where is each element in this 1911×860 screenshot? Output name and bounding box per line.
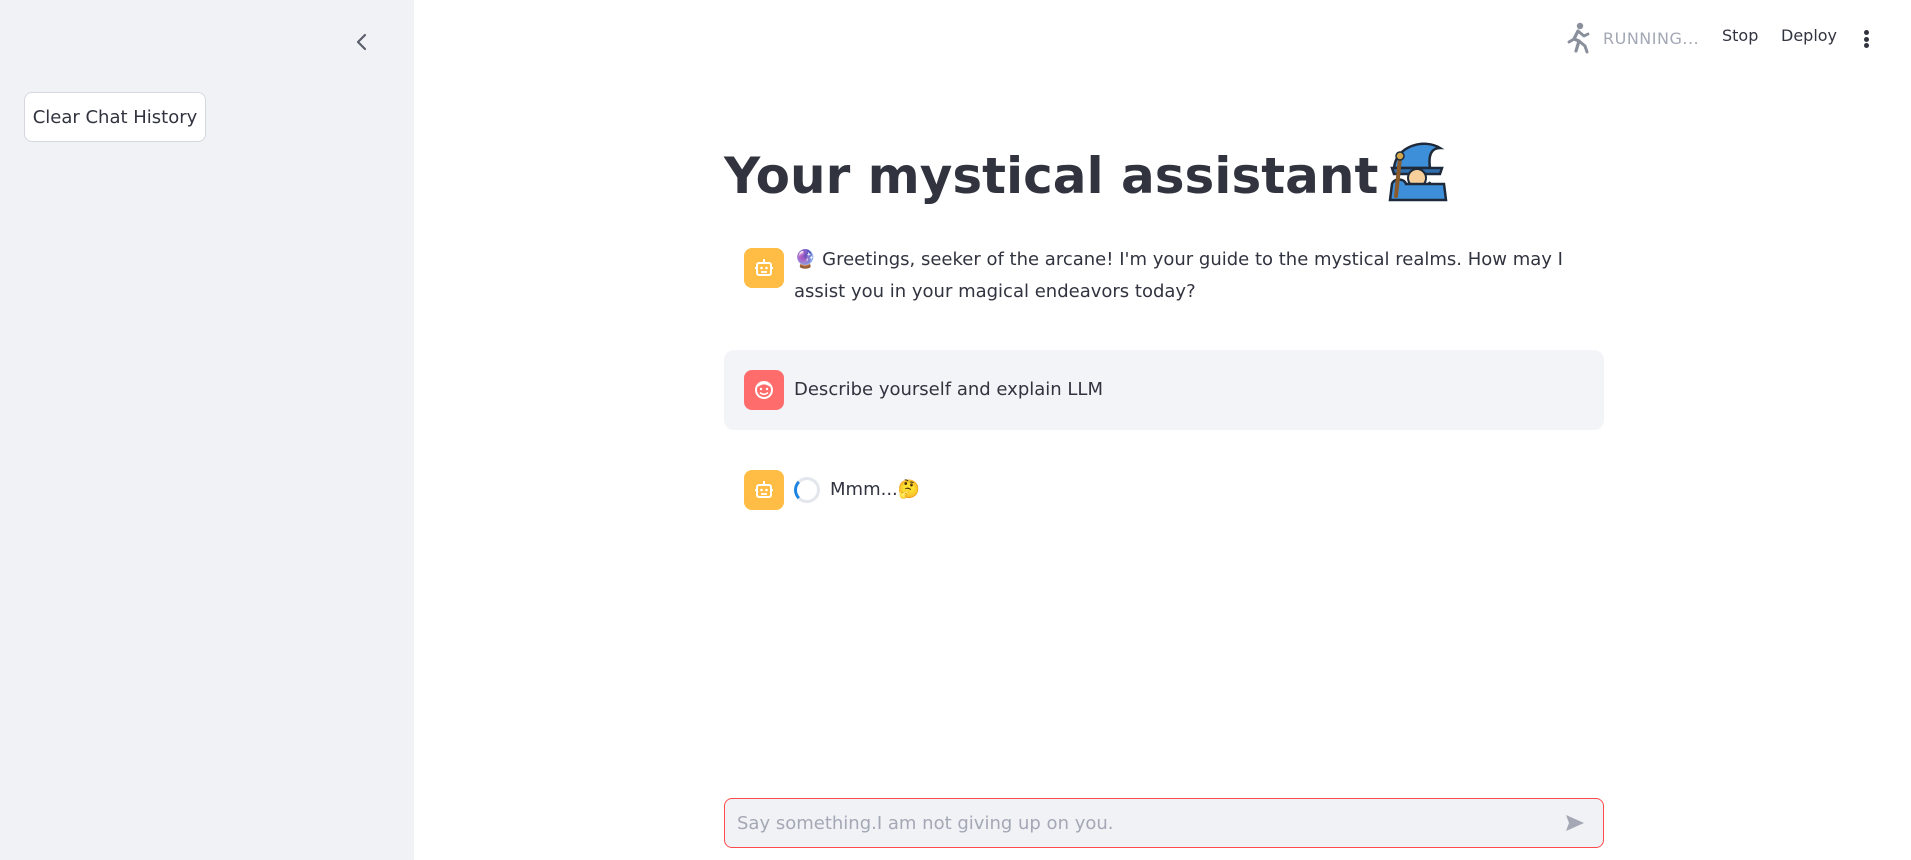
message-text: 🔮 Greetings, seeker of the arcane! I'm y… bbox=[794, 249, 1563, 302]
page-title: Your mystical assistant bbox=[724, 138, 1448, 214]
chat-message-assistant: 🔮 Greetings, seeker of the arcane! I'm y… bbox=[724, 248, 1604, 314]
face-icon bbox=[755, 381, 773, 399]
robot-icon bbox=[755, 259, 773, 276]
loading-spinner bbox=[794, 477, 820, 503]
chat-message-user: Describe yourself and explain LLM bbox=[724, 350, 1604, 430]
chat-input-container bbox=[724, 798, 1604, 848]
running-status: RUNNING... bbox=[1565, 22, 1699, 54]
message-text: Describe yourself and explain LLM bbox=[794, 379, 1103, 400]
stop-button[interactable]: Stop bbox=[1722, 26, 1758, 45]
chat-input[interactable] bbox=[737, 812, 1559, 834]
user-avatar bbox=[744, 370, 784, 410]
bot-avatar bbox=[744, 470, 784, 510]
wizard-icon bbox=[1384, 138, 1448, 214]
chevron-left-icon bbox=[356, 33, 367, 51]
collapse-sidebar-button[interactable] bbox=[348, 28, 376, 56]
crystal-ball-icon: 🔮 bbox=[794, 249, 817, 270]
sidebar: Clear Chat History bbox=[0, 0, 414, 860]
chat-message-assistant: Mmm...🤔 bbox=[724, 470, 1604, 510]
bot-avatar bbox=[744, 248, 784, 288]
send-button[interactable] bbox=[1559, 807, 1591, 839]
vertical-dots-icon bbox=[1863, 30, 1869, 35]
running-status-text: RUNNING... bbox=[1603, 28, 1700, 48]
page-title-text: Your mystical assistant bbox=[724, 147, 1379, 205]
clear-chat-history-button[interactable]: Clear Chat History bbox=[24, 92, 206, 142]
send-icon bbox=[1566, 815, 1584, 831]
running-man-icon bbox=[1567, 22, 1590, 54]
main-menu-button[interactable] bbox=[1856, 26, 1876, 52]
thinking-face-icon: 🤔 bbox=[897, 479, 921, 500]
deploy-button[interactable]: Deploy bbox=[1781, 26, 1837, 45]
robot-icon bbox=[755, 481, 773, 498]
message-text: Mmm...🤔 bbox=[830, 479, 921, 500]
